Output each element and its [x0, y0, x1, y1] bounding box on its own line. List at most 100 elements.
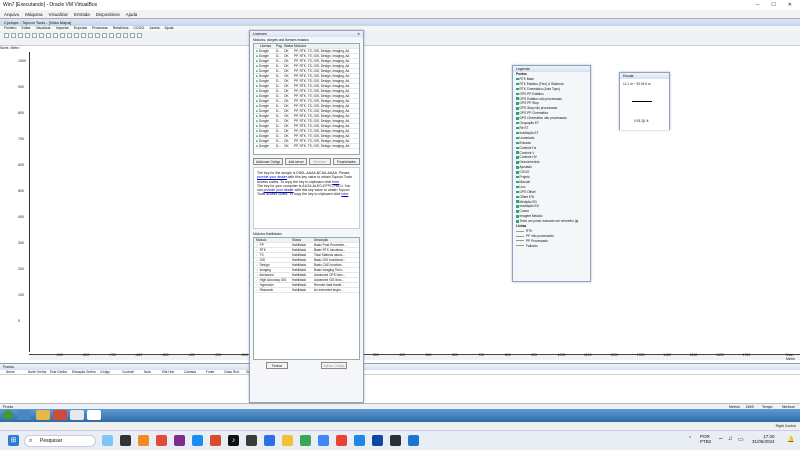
toolbar-button[interactable] [123, 33, 128, 38]
app-icon[interactable] [354, 435, 365, 446]
toolbar-button[interactable] [4, 33, 9, 38]
virtualbox-icon[interactable] [372, 435, 383, 446]
app-title: Cyclope - Topcon Tools - [Vista Mapa] [4, 20, 71, 25]
add-server-button[interactable]: Add server [285, 158, 307, 165]
license-cell: ■ Dongle [254, 94, 276, 98]
column-header[interactable]: Fonte [206, 370, 224, 374]
chrome-icon[interactable] [70, 410, 84, 420]
toolbar-button[interactable] [74, 33, 79, 38]
close-icon[interactable]: ✕ [788, 2, 792, 8]
licenses-dialog[interactable]: Licenses ✕ Módulos, dongles and licenses… [249, 30, 364, 403]
app-icon[interactable] [318, 435, 329, 446]
app-icon[interactable] [408, 435, 419, 446]
table-row[interactable]: ■ Dongle D... OK PP, RTK, TS, GIS, Design, … [254, 144, 359, 149]
toolbar-button[interactable] [137, 33, 142, 38]
firefox-icon[interactable] [138, 435, 149, 446]
toolbar-button[interactable] [18, 33, 23, 38]
column-header[interactable]: Pag. [276, 44, 284, 48]
add-code-button[interactable]: Adicionar Código [253, 158, 284, 165]
ie-icon[interactable] [17, 410, 31, 420]
license-modules: PP, RTK, TS, GIS, Design, Imaging, Ad [294, 89, 350, 93]
maximize-icon[interactable]: ☐ [771, 2, 775, 8]
column-header[interactable]: Elte Hub [162, 370, 184, 374]
legend-panel[interactable]: Legenda Pontos RTK Base RTK Estático (Fix… [512, 65, 591, 282]
media-icon[interactable] [53, 410, 67, 420]
column-header[interactable]: Camada [184, 370, 206, 374]
toolbar-button[interactable] [109, 33, 114, 38]
vbox-menu-visualizar[interactable]: Visualizar [49, 12, 68, 17]
app-icon[interactable] [390, 435, 401, 446]
windows-orb-icon[interactable] [3, 410, 13, 420]
column-header[interactable]: Status [292, 238, 314, 242]
vbox-menu-dispositivos[interactable]: Dispositivos [96, 12, 120, 17]
close-icon[interactable]: ✕ [357, 31, 360, 37]
clock[interactable]: 17:20 31/05/2024 [752, 434, 775, 444]
close-button[interactable]: Fechar [266, 362, 288, 369]
toolbar-button[interactable] [95, 33, 100, 38]
language-indicator[interactable]: POR PTB2 [700, 434, 711, 444]
column-header[interactable]: Nome [6, 370, 28, 374]
app-icon[interactable] [336, 435, 347, 446]
app-icon[interactable] [210, 435, 221, 446]
toolbar-button[interactable] [39, 33, 44, 38]
tray-chevron-icon[interactable]: ⌃ [688, 436, 692, 442]
table-row[interactable]: ✓ Research Habilitado An extended engin... [254, 288, 359, 293]
column-header[interactable]: Descrição [314, 238, 359, 242]
tiktok-icon[interactable]: ♪ [228, 435, 239, 446]
remove-button[interactable]: Remover [308, 158, 331, 165]
column-header[interactable]: Nota [144, 370, 162, 374]
vbox-menu-ajuda[interactable]: Ajuda [126, 12, 138, 17]
column-header[interactable]: Elevação Grelha [72, 370, 100, 374]
column-header[interactable]: Status [284, 44, 294, 48]
copy-key-link[interactable]: here [341, 192, 348, 196]
wifi-icon[interactable]: ⌔ [718, 436, 724, 444]
app-icon[interactable] [246, 435, 257, 446]
battery-icon[interactable]: ▭ [738, 436, 744, 443]
taskview-icon[interactable] [120, 435, 131, 446]
toolbar-button[interactable] [46, 33, 51, 38]
chrome-icon[interactable] [300, 435, 311, 446]
toolbar-button[interactable] [25, 33, 30, 38]
file-explorer-icon[interactable] [282, 435, 293, 446]
column-header[interactable]: Módulos [294, 44, 359, 48]
toolbar-button[interactable] [102, 33, 107, 38]
app-icon[interactable] [192, 435, 203, 446]
app-icon[interactable] [156, 435, 167, 446]
toolbar-button[interactable] [81, 33, 86, 38]
vbox-menu-arquivo[interactable]: Arquivo [4, 12, 19, 17]
column-header[interactable]: Módulo [254, 238, 292, 242]
licenses-table[interactable]: Licensa Pag. Status Módulos ■ Dongle D...… [253, 43, 360, 155]
widget-icon[interactable] [102, 435, 113, 446]
properties-button[interactable]: Propriedades [332, 158, 360, 165]
toolbar-button[interactable] [67, 33, 72, 38]
column-header[interactable]: Código [100, 370, 122, 374]
column-header[interactable]: Class Red. [224, 370, 246, 374]
explorer-icon[interactable] [36, 410, 50, 420]
toolbar-button[interactable] [60, 33, 65, 38]
minimize-icon[interactable]: ─ [756, 2, 760, 8]
apply-code-button[interactable]: Aplicar Código [321, 362, 347, 369]
toolbar-button[interactable] [88, 33, 93, 38]
license-modules: PP, RTK, TS, GIS, Design, Imaging, Ad [294, 109, 350, 113]
app-icon[interactable] [174, 435, 185, 446]
app-icon[interactable] [264, 435, 275, 446]
vbox-menu-maquina[interactable]: Máquina [25, 12, 42, 17]
windows-start-icon[interactable]: ⊞ [8, 435, 19, 446]
toolbar-button[interactable] [116, 33, 121, 38]
map-view[interactable]: Norte, Metro 1000 900 800 700 600 500 400 300 20… [0, 46, 800, 361]
toolbar-button[interactable] [32, 33, 37, 38]
volume-icon[interactable]: ♫ [728, 436, 733, 442]
column-header[interactable]: Norte Grelha [28, 370, 50, 374]
vbox-menu-entrada[interactable]: Entrada [74, 12, 90, 17]
scale-panel[interactable]: Escala 1L:1 m ~ 93.04 ft m 0 93,3(1 ft [619, 72, 670, 130]
column-header[interactable]: Controle [122, 370, 144, 374]
toolbar-button[interactable] [130, 33, 135, 38]
toolbar-button[interactable] [53, 33, 58, 38]
column-header[interactable]: Licensa [254, 44, 276, 48]
notification-icon[interactable]: 🔔 [787, 436, 794, 443]
topcon-tools-icon[interactable] [87, 410, 101, 420]
search-box[interactable]: ⌕ Pesquisar [24, 435, 96, 447]
modules-table[interactable]: Módulo Status Descrição ✓ PP Habilitado Ba… [253, 237, 360, 360]
toolbar-button[interactable] [11, 33, 16, 38]
column-header[interactable]: Este Grelha [50, 370, 72, 374]
